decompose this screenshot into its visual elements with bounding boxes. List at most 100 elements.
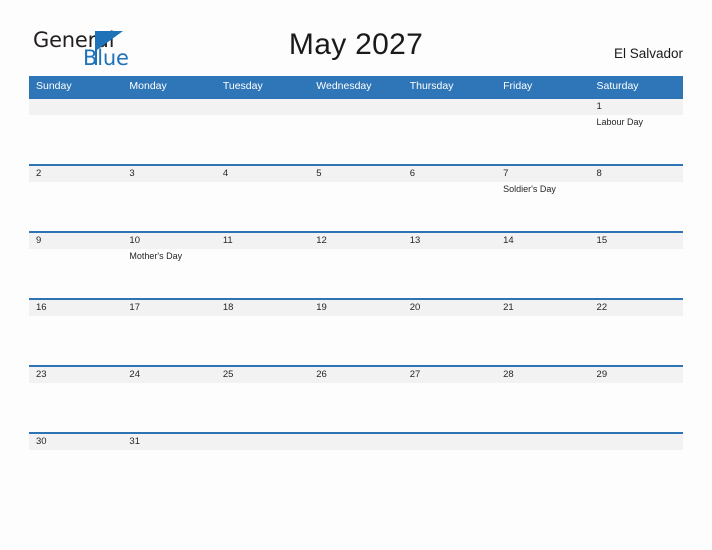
- day-number[interactable]: 1: [590, 99, 683, 115]
- day-event: [122, 316, 215, 365]
- day-event: [590, 249, 683, 298]
- day-number[interactable]: 11: [216, 233, 309, 249]
- day-event: [496, 450, 589, 499]
- day-event: [29, 182, 122, 231]
- day-number[interactable]: 22: [590, 300, 683, 316]
- day-number[interactable]: 5: [309, 166, 402, 182]
- day-number[interactable]: 3: [122, 166, 215, 182]
- day-event: [309, 249, 402, 298]
- day-number[interactable]: 20: [403, 300, 496, 316]
- day-number[interactable]: [216, 434, 309, 450]
- day-number[interactable]: [216, 99, 309, 115]
- day-event: [216, 383, 309, 432]
- day-number[interactable]: [496, 434, 589, 450]
- week-event-band: Labour Day: [29, 115, 683, 164]
- day-number[interactable]: 19: [309, 300, 402, 316]
- day-event: Labour Day: [596, 117, 644, 127]
- day-event: [403, 249, 496, 298]
- day-event: [590, 182, 683, 231]
- day-number[interactable]: 12: [309, 233, 402, 249]
- day-number[interactable]: 29: [590, 367, 683, 383]
- day-event: [403, 383, 496, 432]
- day-number[interactable]: 28: [496, 367, 589, 383]
- day-event: [29, 316, 122, 365]
- day-event: [29, 383, 122, 432]
- day-number[interactable]: [309, 434, 402, 450]
- week-date-band: 30 31: [29, 434, 683, 450]
- page-title: May 2027: [288, 28, 424, 61]
- day-event: [403, 316, 496, 365]
- day-event: [496, 115, 589, 164]
- day-number[interactable]: 15: [590, 233, 683, 249]
- day-event: [496, 249, 589, 298]
- day-number[interactable]: [29, 99, 122, 115]
- day-event: [309, 383, 402, 432]
- day-event: [309, 316, 402, 365]
- day-event: [122, 115, 215, 164]
- day-number[interactable]: 17: [122, 300, 215, 316]
- day-number[interactable]: 18: [216, 300, 309, 316]
- day-event: [122, 450, 215, 499]
- day-event: [216, 115, 309, 164]
- page-header: General Blue May 2027 El Salvador: [0, 0, 712, 76]
- day-number[interactable]: 27: [403, 367, 496, 383]
- day-number[interactable]: 8: [590, 166, 683, 182]
- day-number[interactable]: 7: [496, 166, 589, 182]
- day-event: [216, 450, 309, 499]
- day-number[interactable]: [496, 99, 589, 115]
- weekday-tuesday: Tuesday: [222, 80, 263, 92]
- day-number[interactable]: [122, 99, 215, 115]
- day-event: [309, 182, 402, 231]
- day-number[interactable]: 23: [29, 367, 122, 383]
- weekday-header-row: Sunday Monday Tuesday Wednesday Thursday…: [29, 76, 683, 97]
- day-event: [496, 383, 589, 432]
- day-event: [590, 316, 683, 365]
- day-number[interactable]: 4: [216, 166, 309, 182]
- day-number[interactable]: [309, 99, 402, 115]
- day-number[interactable]: 26: [309, 367, 402, 383]
- day-number[interactable]: 14: [496, 233, 589, 249]
- week-row: 16 17 18 19 20 21 22: [29, 298, 683, 365]
- day-event: [309, 450, 402, 499]
- day-number[interactable]: 30: [29, 434, 122, 450]
- weekday-wednesday: Wednesday: [316, 80, 372, 92]
- day-number[interactable]: 24: [122, 367, 215, 383]
- day-number[interactable]: [403, 99, 496, 115]
- country-label: El Salvador: [613, 46, 683, 61]
- day-event: [122, 383, 215, 432]
- day-number[interactable]: 31: [122, 434, 215, 450]
- weekday-friday: Friday: [503, 80, 533, 92]
- day-event: [216, 316, 309, 365]
- day-number[interactable]: 2: [29, 166, 122, 182]
- week-date-band: 2 3 4 5 6 7 8: [29, 166, 683, 182]
- day-number[interactable]: [403, 434, 496, 450]
- day-number[interactable]: 16: [29, 300, 122, 316]
- day-number[interactable]: 13: [403, 233, 496, 249]
- week-date-band: 9 10 11 12 13 14 15: [29, 233, 683, 249]
- weekday-saturday: Saturday: [596, 80, 639, 92]
- day-event: Mother's Day: [129, 251, 183, 261]
- week-row: 1 Labour Day: [29, 97, 683, 164]
- day-event: [403, 450, 496, 499]
- calendar-grid: Sunday Monday Tuesday Wednesday Thursday…: [29, 76, 683, 499]
- day-number[interactable]: 9: [29, 233, 122, 249]
- week-date-band: 16 17 18 19 20 21 22: [29, 300, 683, 316]
- week-date-band: 23 24 25 26 27 28 29: [29, 367, 683, 383]
- day-event: [216, 182, 309, 231]
- day-event: [590, 450, 683, 499]
- day-number[interactable]: 6: [403, 166, 496, 182]
- week-row: 30 31: [29, 432, 683, 499]
- day-number[interactable]: 21: [496, 300, 589, 316]
- week-event-band: [29, 316, 683, 365]
- day-event: Soldier's Day: [503, 184, 556, 194]
- week-row: 2 3 4 5 6 7 8 Soldier's Day: [29, 164, 683, 231]
- day-event: [309, 115, 402, 164]
- day-number[interactable]: [590, 434, 683, 450]
- week-row: 23 24 25 26 27 28 29: [29, 365, 683, 432]
- day-event: [590, 383, 683, 432]
- week-event-band: [29, 450, 683, 499]
- day-number[interactable]: 10: [122, 233, 215, 249]
- week-event-band: Mother's Day: [29, 249, 683, 298]
- day-number[interactable]: 25: [216, 367, 309, 383]
- weekday-sunday: Sunday: [36, 80, 72, 92]
